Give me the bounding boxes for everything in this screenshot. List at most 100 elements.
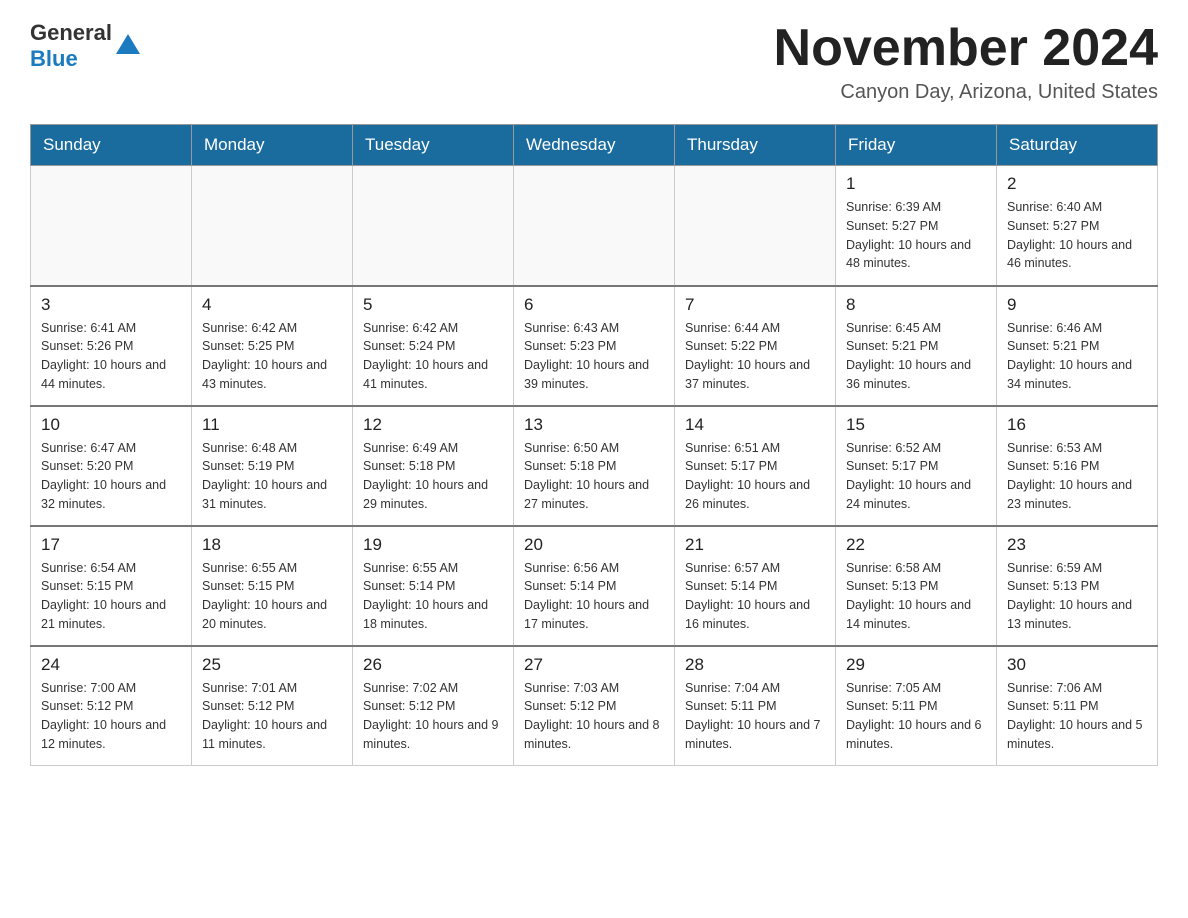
calendar-day-cell: 9Sunrise: 6:46 AM Sunset: 5:21 PM Daylig…: [997, 286, 1158, 406]
day-info: Sunrise: 6:53 AM Sunset: 5:16 PM Dayligh…: [1007, 441, 1132, 511]
day-info: Sunrise: 7:02 AM Sunset: 5:12 PM Dayligh…: [363, 681, 499, 751]
calendar-day-cell: 3 Sunrise: 6:41 AM Sunset: 5:26 PM Daylig…: [31, 286, 192, 406]
day-number: 6: [524, 295, 664, 315]
title-block: November 2024 Canyon Day, Arizona, Unite…: [774, 20, 1158, 104]
day-info: Sunrise: 6:59 AM Sunset: 5:13 PM Dayligh…: [1007, 561, 1132, 631]
day-number: 16: [1007, 415, 1147, 435]
day-number: 27: [524, 655, 664, 675]
calendar-day-cell: [31, 166, 192, 286]
calendar-day-cell: 13 Sunrise: 6:50 AM Sunset: 5:18 PM Dayli…: [514, 406, 675, 526]
day-number: 7: [685, 295, 825, 315]
day-info: Sunrise: 7:03 AM Sunset: 5:12 PM Dayligh…: [524, 681, 660, 751]
calendar-day-cell: 2 Sunrise: 6:40 AM Sunset: 5:27 PM Daylig…: [997, 166, 1158, 286]
day-number: 22: [846, 535, 986, 555]
day-number: 25: [202, 655, 342, 675]
day-number: 18: [202, 535, 342, 555]
day-number: 23: [1007, 535, 1147, 555]
day-info: Sunrise: 6:51 AM Sunset: 5:17 PM Dayligh…: [685, 441, 810, 511]
calendar-day-cell: 23 Sunrise: 6:59 AM Sunset: 5:13 PM Dayli…: [997, 526, 1158, 646]
calendar-day-cell: 5 Sunrise: 6:42 AM Sunset: 5:24 PM Daylig…: [353, 286, 514, 406]
day-number: 19: [363, 535, 503, 555]
calendar-title: November 2024: [774, 20, 1158, 77]
day-info: Sunrise: 6:54 AM Sunset: 5:15 PM Dayligh…: [41, 561, 166, 631]
calendar-day-cell: 14 Sunrise: 6:51 AM Sunset: 5:17 PM Dayli…: [675, 406, 836, 526]
page-header: General Blue November 2024 Canyon Day, A…: [30, 20, 1158, 104]
calendar-table: SundayMondayTuesdayWednesdayThursdayFrid…: [30, 124, 1158, 766]
day-number: 30: [1007, 655, 1147, 675]
day-info: Sunrise: 6:52 AM Sunset: 5:17 PM Dayligh…: [846, 441, 971, 511]
calendar-day-cell: 21Sunrise: 6:57 AM Sunset: 5:14 PM Dayli…: [675, 526, 836, 646]
day-info: Sunrise: 6:39 AM Sunset: 5:27 PM Dayligh…: [846, 200, 971, 270]
calendar-day-cell: 11 Sunrise: 6:48 AM Sunset: 5:19 PM Dayli…: [192, 406, 353, 526]
calendar-week-row: 24Sunrise: 7:00 AM Sunset: 5:12 PM Dayli…: [31, 646, 1158, 766]
day-number: 1: [846, 174, 986, 194]
day-number: 4: [202, 295, 342, 315]
calendar-day-cell: 6 Sunrise: 6:43 AM Sunset: 5:23 PM Daylig…: [514, 286, 675, 406]
day-number: 14: [685, 415, 825, 435]
calendar-day-cell: 1 Sunrise: 6:39 AM Sunset: 5:27 PM Daylig…: [836, 166, 997, 286]
day-number: 24: [41, 655, 181, 675]
calendar-day-cell: 27 Sunrise: 7:03 AM Sunset: 5:12 PM Dayli…: [514, 646, 675, 766]
day-number: 11: [202, 415, 342, 435]
weekday-header-tuesday: Tuesday: [353, 125, 514, 166]
day-info: Sunrise: 6:44 AM Sunset: 5:22 PM Dayligh…: [685, 321, 810, 391]
calendar-day-cell: 15 Sunrise: 6:52 AM Sunset: 5:17 PM Dayli…: [836, 406, 997, 526]
day-info: Sunrise: 6:55 AM Sunset: 5:15 PM Dayligh…: [202, 561, 327, 631]
calendar-day-cell: 12Sunrise: 6:49 AM Sunset: 5:18 PM Dayli…: [353, 406, 514, 526]
calendar-day-cell: [192, 166, 353, 286]
day-info: Sunrise: 7:01 AM Sunset: 5:12 PM Dayligh…: [202, 681, 327, 751]
day-number: 8: [846, 295, 986, 315]
day-number: 13: [524, 415, 664, 435]
day-info: Sunrise: 6:50 AM Sunset: 5:18 PM Dayligh…: [524, 441, 649, 511]
day-info: Sunrise: 6:58 AM Sunset: 5:13 PM Dayligh…: [846, 561, 971, 631]
calendar-day-cell: [353, 166, 514, 286]
calendar-subtitle: Canyon Day, Arizona, United States: [774, 81, 1158, 104]
calendar-day-cell: 24Sunrise: 7:00 AM Sunset: 5:12 PM Dayli…: [31, 646, 192, 766]
logo: General Blue: [30, 20, 140, 72]
calendar-day-cell: 18 Sunrise: 6:55 AM Sunset: 5:15 PM Dayli…: [192, 526, 353, 646]
day-number: 9: [1007, 295, 1147, 315]
calendar-day-cell: [514, 166, 675, 286]
weekday-header-saturday: Saturday: [997, 125, 1158, 166]
calendar-day-cell: 26Sunrise: 7:02 AM Sunset: 5:12 PM Dayli…: [353, 646, 514, 766]
day-number: 5: [363, 295, 503, 315]
day-info: Sunrise: 6:42 AM Sunset: 5:25 PM Dayligh…: [202, 321, 327, 391]
day-info: Sunrise: 6:48 AM Sunset: 5:19 PM Dayligh…: [202, 441, 327, 511]
calendar-week-row: 10 Sunrise: 6:47 AM Sunset: 5:20 PM Dayli…: [31, 406, 1158, 526]
day-number: 15: [846, 415, 986, 435]
day-number: 21: [685, 535, 825, 555]
calendar-day-cell: 8 Sunrise: 6:45 AM Sunset: 5:21 PM Daylig…: [836, 286, 997, 406]
day-info: Sunrise: 6:45 AM Sunset: 5:21 PM Dayligh…: [846, 321, 971, 391]
day-info: Sunrise: 6:55 AM Sunset: 5:14 PM Dayligh…: [363, 561, 488, 631]
weekday-header-row: SundayMondayTuesdayWednesdayThursdayFrid…: [31, 125, 1158, 166]
day-number: 12: [363, 415, 503, 435]
day-number: 10: [41, 415, 181, 435]
logo-text-general: General: [30, 20, 112, 45]
day-info: Sunrise: 6:40 AM Sunset: 5:27 PM Dayligh…: [1007, 200, 1132, 270]
calendar-day-cell: 7 Sunrise: 6:44 AM Sunset: 5:22 PM Daylig…: [675, 286, 836, 406]
weekday-header-wednesday: Wednesday: [514, 125, 675, 166]
weekday-header-friday: Friday: [836, 125, 997, 166]
day-info: Sunrise: 7:05 AM Sunset: 5:11 PM Dayligh…: [846, 681, 982, 751]
day-number: 20: [524, 535, 664, 555]
logo-triangle-icon: [116, 34, 140, 54]
day-number: 28: [685, 655, 825, 675]
calendar-day-cell: 29 Sunrise: 7:05 AM Sunset: 5:11 PM Dayli…: [836, 646, 997, 766]
calendar-day-cell: 28Sunrise: 7:04 AM Sunset: 5:11 PM Dayli…: [675, 646, 836, 766]
logo-text-blue: Blue: [30, 46, 78, 71]
day-number: 29: [846, 655, 986, 675]
calendar-week-row: 1 Sunrise: 6:39 AM Sunset: 5:27 PM Daylig…: [31, 166, 1158, 286]
weekday-header-thursday: Thursday: [675, 125, 836, 166]
day-info: Sunrise: 6:42 AM Sunset: 5:24 PM Dayligh…: [363, 321, 488, 391]
calendar-day-cell: 30Sunrise: 7:06 AM Sunset: 5:11 PM Dayli…: [997, 646, 1158, 766]
day-number: 3: [41, 295, 181, 315]
day-info: Sunrise: 6:47 AM Sunset: 5:20 PM Dayligh…: [41, 441, 166, 511]
calendar-day-cell: 16 Sunrise: 6:53 AM Sunset: 5:16 PM Dayli…: [997, 406, 1158, 526]
day-info: Sunrise: 6:43 AM Sunset: 5:23 PM Dayligh…: [524, 321, 649, 391]
day-info: Sunrise: 6:56 AM Sunset: 5:14 PM Dayligh…: [524, 561, 649, 631]
day-info: Sunrise: 6:41 AM Sunset: 5:26 PM Dayligh…: [41, 321, 166, 391]
day-number: 2: [1007, 174, 1147, 194]
calendar-day-cell: 10 Sunrise: 6:47 AM Sunset: 5:20 PM Dayli…: [31, 406, 192, 526]
calendar-day-cell: 22 Sunrise: 6:58 AM Sunset: 5:13 PM Dayli…: [836, 526, 997, 646]
weekday-header-sunday: Sunday: [31, 125, 192, 166]
